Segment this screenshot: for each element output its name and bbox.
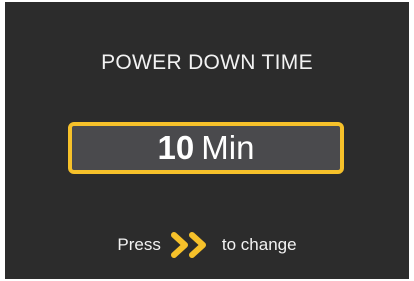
- screen-title: POWER DOWN TIME: [101, 51, 313, 74]
- change-hint: Press to change: [5, 231, 409, 259]
- double-chevron-right-icon: [170, 232, 206, 258]
- value-unit: Min: [201, 129, 255, 166]
- power-down-time-value-selector[interactable]: 10 Min: [68, 122, 344, 174]
- hint-suffix: to change: [221, 235, 297, 254]
- hint-prefix: Press: [117, 235, 161, 254]
- power-down-time-screen: POWER DOWN TIME 10 Min Press to change: [5, 2, 409, 279]
- value-number: 10: [157, 129, 195, 166]
